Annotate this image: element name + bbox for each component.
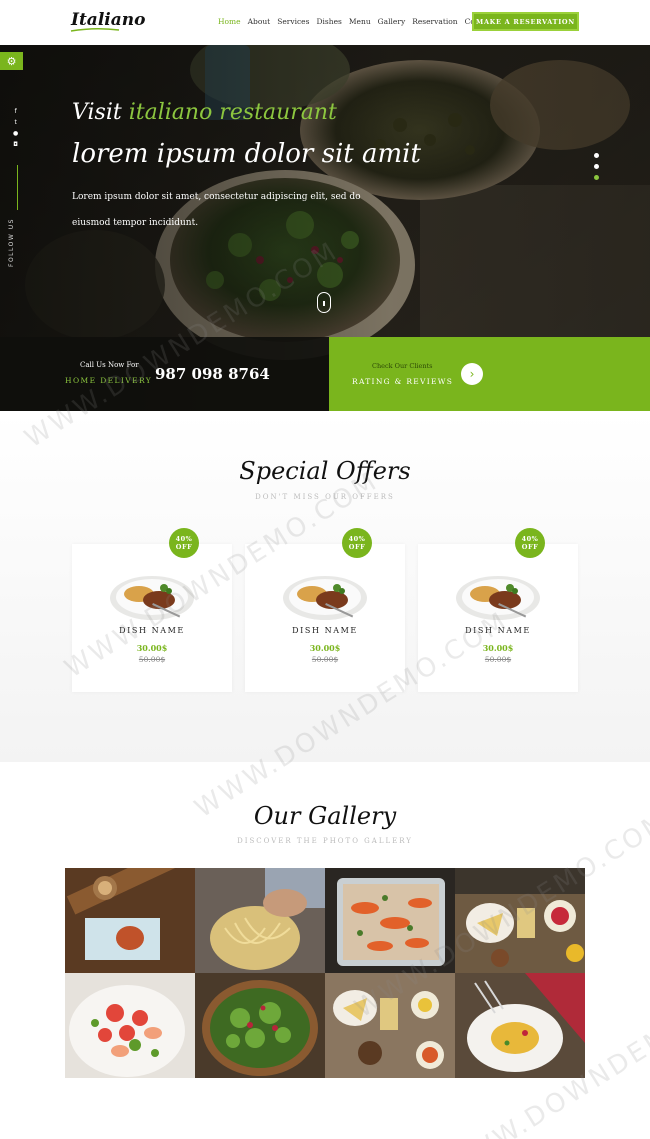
home-delivery-panel: Call Us Now For HOME DELIVERY 987 098 87…	[0, 337, 329, 411]
gallery-grid	[65, 868, 585, 1078]
slider-dot[interactable]	[594, 164, 599, 169]
dish-old-price: 50.00$	[138, 655, 166, 664]
badge-percent: 40%	[521, 535, 539, 543]
gallery-image[interactable]	[195, 868, 325, 973]
offer-card[interactable]: 40% OFF DISH NAME 30.00$ 50.00$	[245, 528, 405, 692]
gallery-image[interactable]	[455, 973, 585, 1078]
follow-us-label: FOLLOW US	[8, 218, 15, 267]
badge-off: OFF	[175, 543, 193, 551]
site-header: Italiano Home About Services Dishes Menu…	[0, 0, 650, 45]
nav-menu[interactable]: Menu	[349, 17, 371, 26]
logo-underline	[70, 27, 120, 32]
nav-gallery[interactable]: Gallery	[378, 17, 406, 26]
gallery-image[interactable]	[455, 868, 585, 973]
facebook-icon[interactable]: f	[15, 108, 17, 115]
nav-home[interactable]: Home	[218, 17, 241, 26]
make-reservation-button[interactable]: MAKE A RESERVATION	[472, 12, 579, 31]
hero-heading-highlight: italiano restaurant	[128, 100, 337, 125]
dish-name: DISH NAME	[292, 626, 358, 635]
rating-reviews-label: RATING & REVIEWS	[352, 377, 454, 386]
settings-gear-icon[interactable]: ⚙	[0, 52, 23, 70]
nav-dishes[interactable]: Dishes	[316, 17, 341, 26]
hero-heading-line2: lorem ipsum dolor sit amit	[72, 139, 421, 169]
dish-image	[456, 576, 540, 620]
phone-number[interactable]: 987 098 8764	[155, 365, 270, 383]
dish-price: 30.00$	[482, 643, 514, 653]
gallery-image[interactable]	[65, 973, 195, 1078]
offers-subtitle: DON'T MISS OUR OFFERS	[255, 493, 395, 501]
dish-name: DISH NAME	[119, 626, 185, 635]
gallery-subtitle: DISCOVER THE PHOTO GALLERY	[237, 837, 413, 845]
pinterest-icon[interactable]: ●	[13, 130, 18, 137]
home-delivery-label: HOME DELIVERY	[65, 376, 153, 385]
page: Italiano Home About Services Dishes Menu…	[0, 0, 650, 1139]
nav-services[interactable]: Services	[277, 17, 309, 26]
gallery-section: Our Gallery DISCOVER THE PHOTO GALLERY	[0, 762, 650, 1139]
badge-off: OFF	[348, 543, 366, 551]
social-divider	[17, 165, 18, 210]
discount-badge: 40% OFF	[169, 528, 199, 558]
badge-percent: 40%	[175, 535, 193, 543]
dish-old-price: 50.00$	[484, 655, 512, 664]
hero-heading-line1: Visit italiano restaurant	[72, 100, 337, 125]
slider-dot-active[interactable]	[594, 175, 599, 180]
hero-heading-prefix: Visit	[72, 100, 122, 125]
hero-description: Lorem ipsum dolor sit amet, consectetur …	[72, 192, 361, 228]
dish-old-price: 50.00$	[311, 655, 339, 664]
badge-percent: 40%	[348, 535, 366, 543]
scroll-down-mouse-icon[interactable]	[317, 292, 331, 313]
rating-reviews-panel[interactable]: Check Our Clients RATING & REVIEWS ›	[329, 337, 650, 411]
special-offers-section: Special Offers DON'T MISS OUR OFFERS 40%…	[0, 411, 650, 762]
dish-image	[110, 576, 194, 620]
discount-badge: 40% OFF	[342, 528, 372, 558]
dish-price: 30.00$	[136, 643, 168, 653]
rating-small-text: Check Our Clients	[372, 362, 433, 370]
badge-off: OFF	[521, 543, 539, 551]
gallery-image[interactable]	[65, 868, 195, 973]
discount-badge: 40% OFF	[515, 528, 545, 558]
arrow-right-icon[interactable]: ›	[461, 363, 483, 385]
nav-about[interactable]: About	[248, 17, 271, 26]
social-links: f t ● ◘	[13, 108, 18, 148]
gallery-title: Our Gallery	[253, 802, 397, 830]
slider-dots	[594, 153, 599, 180]
dish-price: 30.00$	[309, 643, 341, 653]
instagram-icon[interactable]: ◘	[13, 141, 18, 148]
dish-name: DISH NAME	[465, 626, 531, 635]
slider-dot[interactable]	[594, 153, 599, 158]
nav-reservation[interactable]: Reservation	[412, 17, 457, 26]
gallery-image[interactable]	[325, 868, 455, 973]
main-nav: Home About Services Dishes Menu Gallery …	[218, 17, 494, 26]
offer-card[interactable]: 40% OFF DISH NAME 30.00$ 50.00$	[72, 528, 232, 692]
offer-card[interactable]: 40% OFF DISH NAME 30.00$ 50.00$	[418, 528, 578, 692]
dish-image	[283, 576, 367, 620]
gallery-image[interactable]	[195, 973, 325, 1078]
offers-title: Special Offers	[239, 457, 411, 485]
hero-slider: ⚙ f t ● ◘ FOLLOW US Visit italiano resta…	[0, 45, 650, 411]
twitter-icon[interactable]: t	[14, 119, 16, 126]
call-small-text: Call Us Now For	[80, 361, 139, 369]
gallery-image[interactable]	[325, 973, 455, 1078]
